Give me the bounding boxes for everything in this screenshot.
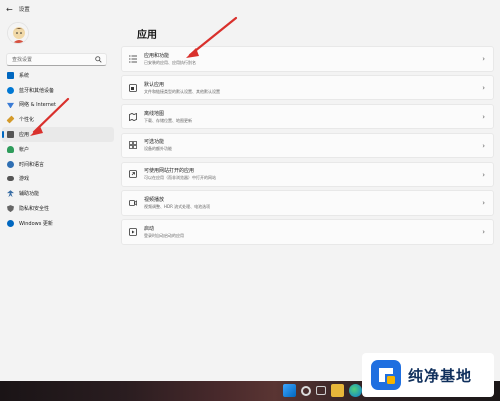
card-video-playback[interactable]: 视频播放 视频调整、HDR 流式处理、电池选项 › — [121, 190, 494, 216]
sidebar-item-label: Windows 更新 — [19, 220, 53, 227]
gamepad-icon — [7, 176, 14, 182]
user-avatar-icon — [8, 23, 28, 43]
map-icon — [128, 112, 137, 121]
search-input[interactable] — [12, 54, 92, 65]
sidebar-item-label: 系统 — [19, 72, 30, 79]
sidebar-item-system[interactable]: 系统 — [2, 68, 114, 83]
sidebar-item-apps[interactable]: 应用 — [2, 127, 114, 142]
card-subtitle: 视频调整、HDR 流式处理、电池选项 — [144, 204, 211, 210]
shield-icon — [7, 205, 14, 213]
chevron-right-icon: › — [482, 170, 485, 179]
sidebar-item-time-language[interactable]: 时间和语言 — [2, 157, 114, 172]
card-title: 默认应用 — [144, 81, 165, 88]
person-icon — [7, 145, 14, 153]
update-icon — [7, 219, 14, 227]
monitor-icon — [7, 71, 14, 79]
card-subtitle: 下载、存储位置、地图更新 — [144, 117, 192, 123]
card-title: 可选功能 — [144, 139, 165, 146]
sidebar-item-label: 游戏 — [19, 176, 30, 183]
sidebar-item-personalization[interactable]: 个性化 — [2, 112, 114, 127]
watermark: 纯净基地 — [362, 353, 494, 397]
watermark-logo-icon — [371, 360, 401, 390]
sidebar-item-privacy[interactable]: 隐私和安全性 — [2, 201, 114, 216]
search-icon[interactable] — [95, 56, 102, 63]
settings-card-list: 应用和功能 已安装的应用、应用执行别名 › 默认应用 文件和链接类型的默认设置、… — [121, 46, 494, 248]
task-view-icon[interactable] — [316, 386, 326, 395]
default-apps-icon — [128, 83, 137, 92]
card-subtitle: 登录时自动启动的应用 — [144, 233, 184, 239]
card-subtitle: 文件和链接类型的默认设置、其他默认设置 — [144, 88, 220, 94]
chevron-right-icon: › — [482, 199, 485, 208]
sidebar-item-bluetooth[interactable]: 蓝牙和其他设备 — [2, 83, 114, 98]
card-offline-maps[interactable]: 离线地图 下载、存储位置、地图更新 › — [121, 103, 494, 130]
sidebar-item-accounts[interactable]: 帐户 — [2, 142, 114, 157]
bluetooth-icon — [7, 86, 14, 94]
video-icon — [128, 199, 137, 208]
optional-features-icon — [128, 141, 137, 150]
card-subtitle: 设备的额外功能 — [144, 146, 172, 152]
apps-icon — [7, 131, 14, 139]
sidebar-item-label: 个性化 — [19, 117, 35, 124]
chevron-right-icon: › — [482, 228, 485, 237]
list-icon — [128, 54, 137, 63]
sidebar-item-label: 时间和语言 — [19, 161, 45, 168]
sidebar-nav: 系统 蓝牙和其他设备 网络 & Internet 个性化 应用 帐户 时间和语言 — [2, 68, 114, 231]
startup-icon — [128, 228, 137, 237]
sidebar-item-gaming[interactable]: 游戏 — [2, 172, 114, 187]
card-title: 应用和功能 — [144, 52, 170, 59]
card-title: 离线地图 — [144, 110, 165, 117]
explorer-icon[interactable] — [331, 384, 344, 397]
sidebar-item-label: 网络 & Internet — [19, 102, 56, 109]
clock-globe-icon — [7, 160, 14, 168]
website-apps-icon — [128, 170, 137, 179]
card-title: 启动 — [144, 226, 155, 233]
sidebar-item-label: 隐私和安全性 — [19, 206, 50, 213]
card-apps-features[interactable]: 应用和功能 已安装的应用、应用执行别名 › — [121, 46, 494, 72]
search-box[interactable] — [6, 53, 107, 66]
sidebar-item-label: 辅助功能 — [19, 191, 40, 198]
chevron-right-icon: › — [482, 55, 485, 63]
start-icon[interactable] — [283, 384, 296, 397]
search-icon[interactable] — [301, 385, 311, 396]
window-title: 设置 — [18, 7, 30, 13]
sidebar: 系统 蓝牙和其他设备 网络 & Internet 个性化 应用 帐户 时间和语言 — [0, 18, 118, 378]
sidebar-item-label: 应用 — [19, 132, 30, 139]
card-apps-for-websites[interactable]: 可使用网站打开的应用 可以在应用（而非浏览器）中打开的网站 › — [121, 161, 494, 188]
wifi-icon — [7, 102, 14, 109]
chevron-right-icon: › — [482, 141, 485, 150]
edge-icon[interactable] — [349, 384, 362, 397]
page-title: 应用 — [137, 30, 157, 41]
avatar[interactable] — [7, 22, 29, 44]
card-optional-features[interactable]: 可选功能 设备的额外功能 › — [121, 132, 494, 159]
card-subtitle: 已安装的应用、应用执行别名 — [144, 59, 196, 65]
watermark-text: 纯净基地 — [408, 366, 473, 385]
card-title: 可使用网站打开的应用 — [144, 168, 195, 175]
chevron-right-icon: › — [482, 83, 485, 92]
sidebar-item-accessibility[interactable]: 辅助功能 — [2, 186, 114, 201]
sidebar-item-network[interactable]: 网络 & Internet — [2, 98, 114, 113]
title-bar: ← 设置 — [0, 0, 500, 18]
card-startup[interactable]: 启动 登录时自动启动的应用 › — [121, 219, 494, 245]
sidebar-item-label: 帐户 — [19, 146, 30, 153]
accessibility-icon — [7, 190, 14, 198]
sidebar-item-windows-update[interactable]: Windows 更新 — [2, 216, 114, 231]
chevron-right-icon: › — [482, 112, 485, 121]
pen-icon — [6, 115, 15, 124]
card-subtitle: 可以在应用（而非浏览器）中打开的网站 — [144, 175, 216, 181]
card-default-apps[interactable]: 默认应用 文件和链接类型的默认设置、其他默认设置 › — [121, 74, 494, 101]
card-title: 视频播放 — [144, 197, 165, 204]
sidebar-item-label: 蓝牙和其他设备 — [19, 87, 55, 94]
back-button[interactable]: ← — [6, 5, 13, 14]
